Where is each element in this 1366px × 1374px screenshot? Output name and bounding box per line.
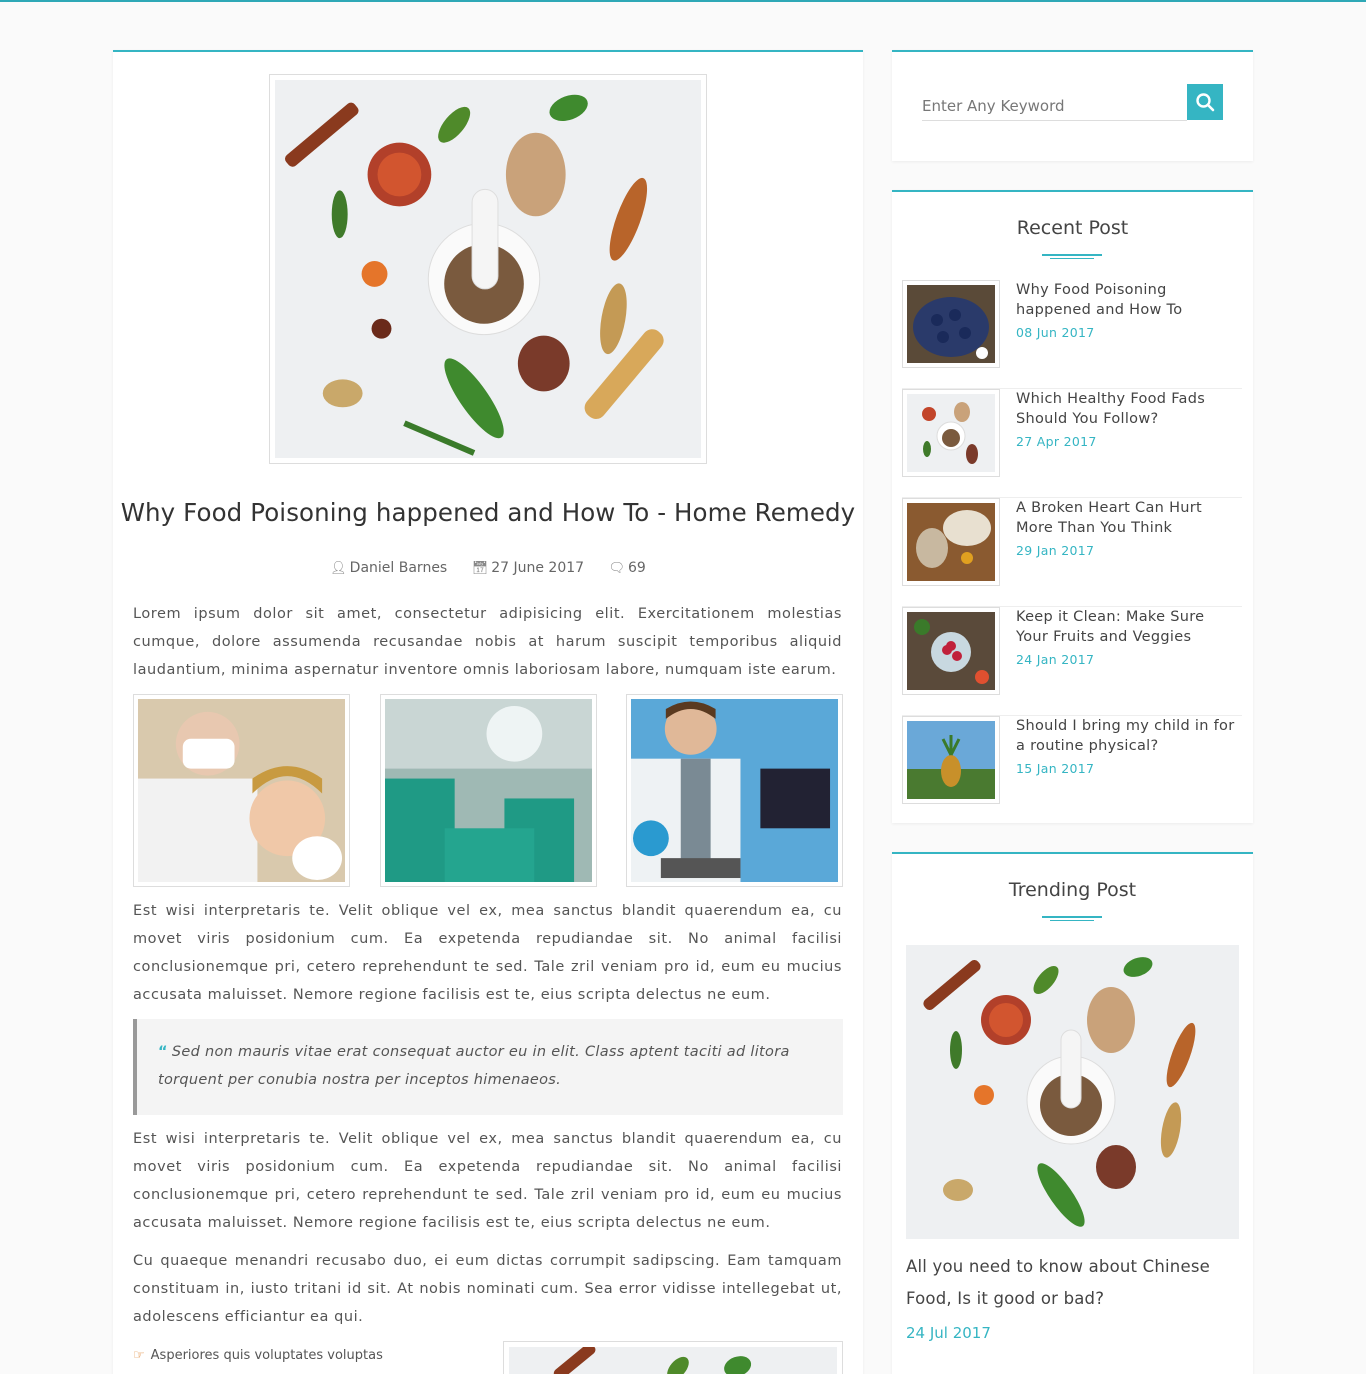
paragraph-1: Lorem ipsum dolor sit amet, consectetur …	[133, 606, 842, 678]
trending-posts-title: Trending Post	[1008, 879, 1137, 901]
author-name: Daniel Barnes	[349, 560, 448, 576]
recent-post-thumbnail[interactable]	[902, 280, 1000, 368]
paragraph-3: Est wisi interpretaris te. Velit oblique…	[133, 1131, 842, 1231]
comment-icon: 🗨︎	[608, 561, 626, 576]
search-widget	[892, 50, 1253, 161]
recent-post-thumbnail[interactable]	[902, 389, 1000, 477]
list-item-text: Asperiores quis voluptates voluptas	[150, 1348, 383, 1363]
post-date-text: 27 June 2017	[491, 560, 585, 576]
recent-post-title[interactable]: Keep it Clean: Make Sure Your Fruits and…	[1016, 607, 1238, 647]
recent-post-item[interactable]: A Broken Heart Can Hurt More Than You Th…	[902, 498, 1242, 607]
author-link[interactable]: 👤︎ Daniel Barnes	[330, 560, 447, 576]
quote-icon: “	[158, 1044, 168, 1060]
calendar-icon: 📅︎	[471, 561, 489, 576]
recent-post-item[interactable]: Keep it Clean: Make Sure Your Fruits and…	[902, 607, 1242, 716]
gallery-image-dentist[interactable]	[133, 694, 350, 887]
paragraph-2: Est wisi interpretaris te. Velit oblique…	[133, 903, 842, 1003]
recent-post-thumbnail[interactable]	[902, 607, 1000, 695]
recent-post-thumbnail[interactable]	[902, 498, 1000, 586]
search-button[interactable]	[1187, 84, 1223, 120]
post-meta: 👤︎ Daniel Barnes 📅︎ 27 June 2017 🗨︎ 69	[113, 560, 863, 576]
recent-post-title[interactable]: Why Food Poisoning happened and How To	[1016, 280, 1238, 320]
hand-pointer-icon: ☞	[133, 1348, 145, 1363]
image-gallery	[133, 694, 843, 888]
recent-post-title[interactable]: A Broken Heart Can Hurt More Than You Th…	[1016, 498, 1238, 538]
recent-post-item[interactable]: Why Food Poisoning happened and How To 0…	[902, 280, 1242, 389]
title-underline	[1042, 916, 1102, 921]
search-input[interactable]	[922, 87, 1187, 121]
list-item: ☞ Asperiores quis voluptates voluptas	[133, 1348, 383, 1363]
quote-text: Sed non mauris vitae erat consequat auct…	[158, 1044, 790, 1088]
title-underline	[1042, 254, 1102, 259]
recent-posts-widget: Recent Post Why Food Poisoning happened …	[892, 190, 1253, 823]
recent-post-thumbnail[interactable]	[902, 716, 1000, 804]
recent-post-date: 27 Apr 2017	[1016, 434, 1097, 449]
recent-post-date: 08 Jun 2017	[1016, 325, 1095, 340]
trending-post-image[interactable]	[906, 945, 1239, 1239]
recent-post-date: 29 Jan 2017	[1016, 543, 1095, 558]
search-icon	[1196, 93, 1215, 112]
article-card: Why Food Poisoning happened and How To -…	[113, 50, 863, 1374]
recent-post-title[interactable]: Should I bring my child in for a routine…	[1016, 716, 1238, 756]
post-date: 📅︎ 27 June 2017	[472, 560, 584, 576]
blockquote: “Sed non mauris vitae erat consequat auc…	[133, 1019, 843, 1115]
gallery-image-surgery[interactable]	[380, 694, 597, 887]
inline-image	[503, 1341, 843, 1374]
hero-image	[269, 74, 707, 464]
user-icon: 👤︎	[330, 561, 347, 576]
post-title: Why Food Poisoning happened and How To -…	[120, 498, 856, 527]
comments-link[interactable]: 🗨︎ 69	[609, 560, 646, 576]
top-accent-line	[0, 0, 1366, 2]
recent-post-date: 24 Jan 2017	[1016, 652, 1095, 667]
trending-posts-widget: Trending Post All you need to know about…	[892, 852, 1253, 1374]
recent-post-item[interactable]: Which Healthy Food Fads Should You Follo…	[902, 389, 1242, 498]
trending-post-date: 24 Jul 2017	[906, 1324, 991, 1342]
gallery-image-microscope[interactable]	[626, 694, 843, 887]
trending-post-title[interactable]: All you need to know about Chinese Food,…	[906, 1251, 1226, 1315]
recent-post-date: 15 Jan 2017	[1016, 761, 1095, 776]
recent-post-item[interactable]: Should I bring my child in for a routine…	[902, 716, 1242, 825]
paragraph-4: Cu quaeque menandri recusabo duo, ei eum…	[133, 1253, 842, 1325]
recent-post-title[interactable]: Which Healthy Food Fads Should You Follo…	[1016, 389, 1238, 429]
comment-count: 69	[628, 560, 646, 576]
recent-posts-title: Recent Post	[1016, 217, 1129, 239]
